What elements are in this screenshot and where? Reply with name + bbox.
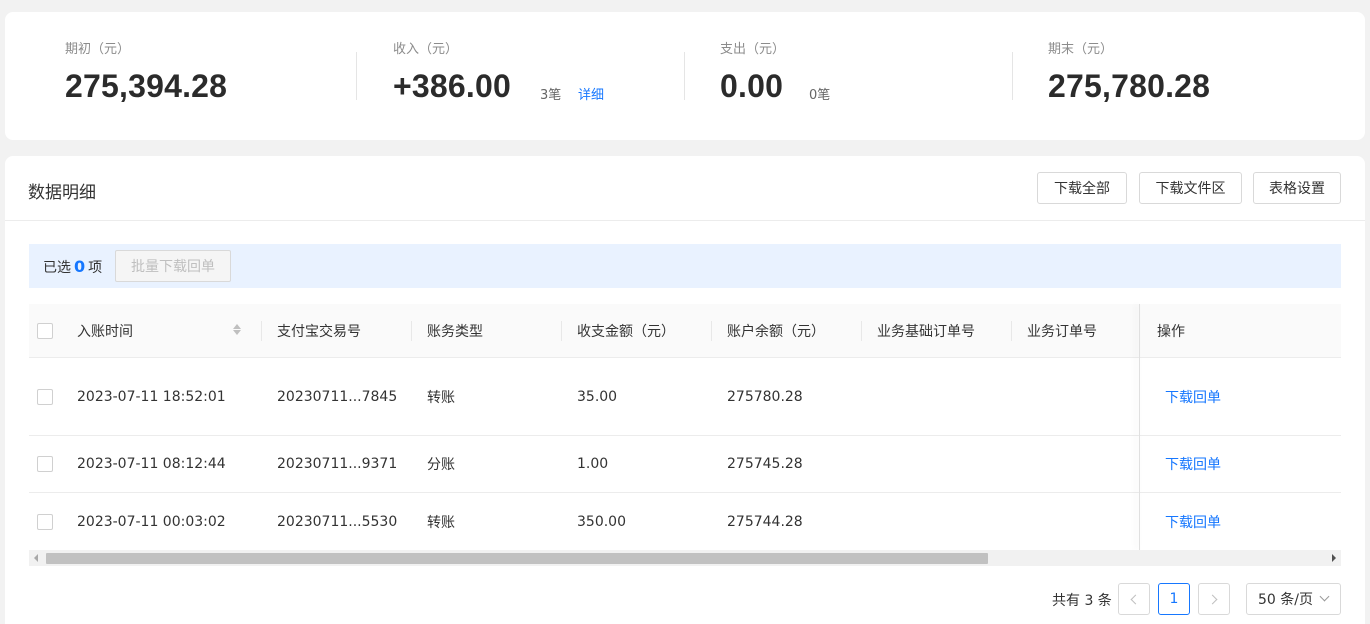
row-checkbox[interactable] [37, 436, 53, 492]
scroll-left-icon[interactable] [34, 554, 38, 562]
col-balance: 账户余额（元） [727, 324, 825, 340]
cell-amount: 1.00 [577, 456, 609, 472]
download-all-button[interactable]: 下载全部 [1037, 172, 1127, 204]
row-checkbox[interactable] [37, 359, 53, 435]
income-stat: 收入（元） +386.00 3笔 详细 [393, 38, 604, 104]
page-size-value: 50 条/页 [1258, 592, 1313, 608]
fixed-column-divider [1139, 304, 1140, 550]
data-detail-panel: 数据明细 下载全部 下载文件区 表格设置 已选 0 项 批量下载回单 入账时间 支付… [5, 156, 1365, 624]
cell-trade-no: 20230711...9371 [277, 456, 398, 472]
cell-type: 转账 [427, 514, 455, 531]
divider [684, 52, 685, 100]
batch-download-button[interactable]: 批量下载回单 [115, 250, 231, 282]
next-page-button[interactable] [1198, 583, 1230, 615]
cell-balance: 275745.28 [727, 456, 803, 472]
col-base-order-no: 业务基础订单号 [877, 324, 975, 340]
cell-time: 2023-07-11 00:03:02 [77, 513, 226, 530]
page-size-select[interactable]: 50 条/页 [1246, 583, 1341, 615]
divider [411, 321, 412, 341]
opening-stat: 期初（元） 275,394.28 [65, 38, 227, 104]
prev-page-button[interactable] [1118, 583, 1150, 615]
panel-title: 数据明细 [28, 183, 96, 203]
closing-label: 期末（元） [1048, 42, 1114, 57]
download-receipt-link[interactable]: 下载回单 [1165, 436, 1221, 492]
chevron-left-icon [1130, 594, 1141, 604]
cell-trade-no: 20230711...7845 [277, 389, 398, 405]
income-value: +386.00 [393, 68, 511, 104]
opening-label: 期初（元） [65, 42, 131, 57]
download-area-button[interactable]: 下载文件区 [1139, 172, 1242, 204]
cell-type: 分账 [427, 457, 455, 473]
selection-bar: 已选 0 项 批量下载回单 [29, 244, 1341, 288]
download-receipt-link[interactable]: 下载回单 [1165, 493, 1221, 550]
selection-suffix: 项 [88, 260, 103, 276]
table-row: 2023-07-11 08:12:44 20230711...9371 分账 1… [29, 436, 1341, 493]
download-receipt-link[interactable]: 下载回单 [1165, 359, 1221, 435]
divider [711, 321, 712, 341]
divider [1011, 321, 1012, 341]
col-action: 操作 [1157, 324, 1185, 340]
cell-amount: 35.00 [577, 389, 618, 405]
table-row: 2023-07-11 00:03:02 20230711...5530 转账 3… [29, 493, 1341, 550]
table-header: 入账时间 支付宝交易号 账务类型 收支金额（元） 账户余额（元） 业务基础订单号… [29, 304, 1341, 358]
scroll-thumb[interactable] [46, 553, 988, 564]
cell-trade-no: 20230711...5530 [277, 513, 398, 530]
divider [5, 220, 1365, 221]
select-all-checkbox[interactable] [37, 304, 53, 358]
opening-value: 275,394.28 [65, 68, 228, 104]
divider [261, 321, 262, 341]
income-count: 3笔 [540, 88, 562, 103]
cell-time: 2023-07-11 18:52:01 [77, 389, 226, 405]
chevron-right-icon [1207, 594, 1218, 604]
divider [861, 321, 862, 341]
col-type: 账务类型 [427, 324, 483, 340]
selection-status: 已选 0 项 [43, 257, 102, 277]
closing-value: 275,780.28 [1048, 68, 1211, 104]
income-label: 收入（元） [393, 42, 459, 57]
selection-prefix: 已选 [43, 260, 71, 276]
divider [561, 321, 562, 341]
expense-label: 支出（元） [720, 42, 786, 57]
col-amount: 收支金额（元） [577, 324, 675, 340]
cell-time: 2023-07-11 08:12:44 [77, 456, 226, 472]
cell-amount: 350.00 [577, 513, 626, 530]
cell-balance: 275780.28 [727, 389, 803, 405]
closing-stat: 期末（元） 275,780.28 [1048, 38, 1210, 104]
sort-icon[interactable] [233, 324, 241, 335]
chevron-down-icon [1319, 591, 1330, 602]
selection-count: 0 [74, 257, 86, 276]
table-row: 2023-07-11 18:52:01 20230711...7845 转账 3… [29, 359, 1341, 436]
col-order-no: 业务订单号 [1027, 324, 1097, 340]
horizontal-scrollbar[interactable] [29, 550, 1341, 566]
expense-count: 0笔 [809, 88, 831, 103]
col-time[interactable]: 入账时间 [77, 304, 133, 358]
table-settings-button[interactable]: 表格设置 [1253, 172, 1341, 204]
cell-type: 转账 [427, 390, 455, 406]
scroll-right-icon[interactable] [1332, 554, 1336, 562]
pagination-total: 共有 3 条 [1052, 593, 1112, 609]
divider [1012, 52, 1013, 100]
col-trade-no: 支付宝交易号 [277, 324, 361, 340]
summary-card: 期初（元） 275,394.28 收入（元） +386.00 3笔 详细 支出（… [5, 12, 1365, 140]
expense-value: 0.00 [720, 68, 784, 104]
cell-balance: 275744.28 [727, 513, 803, 530]
income-detail-link[interactable]: 详细 [578, 84, 604, 103]
divider [356, 52, 357, 100]
expense-stat: 支出（元） 0.00 0笔 [720, 38, 830, 104]
page-button[interactable]: 1 [1158, 583, 1190, 615]
row-checkbox[interactable] [37, 493, 53, 550]
